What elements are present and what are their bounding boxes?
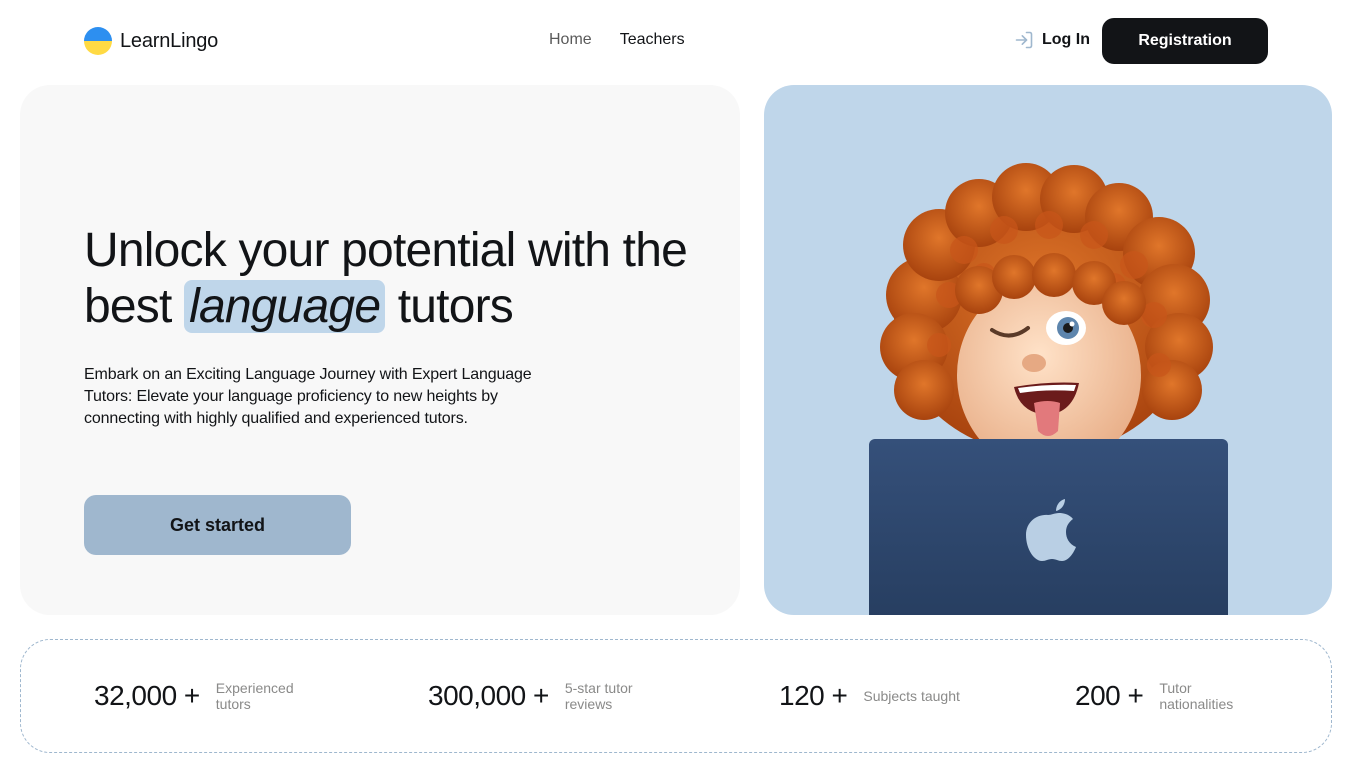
get-started-button[interactable]: Get started bbox=[84, 495, 351, 555]
hero-illustration-card bbox=[764, 85, 1332, 615]
stat-item: 200 + Tutor nationalities bbox=[1075, 640, 1259, 752]
logo[interactable]: LearnLingo bbox=[84, 27, 218, 55]
stat-label: Subjects taught bbox=[863, 688, 960, 704]
nav-teachers-link[interactable]: Teachers bbox=[620, 30, 685, 50]
stat-item: 120 + Subjects taught bbox=[779, 640, 963, 752]
stat-item: 32,000 + Experienced tutors bbox=[94, 640, 316, 752]
hero-description: Embark on an Exciting Language Journey w… bbox=[84, 366, 532, 427]
ukraine-flag-icon bbox=[84, 27, 112, 55]
site-header: LearnLingo Home Teachers Log In Registra… bbox=[0, 0, 1354, 84]
stat-value: 200 + bbox=[1075, 680, 1144, 711]
stat-label: Experienced tutors bbox=[215, 680, 294, 712]
stat-label: Tutor nationalities bbox=[1159, 680, 1234, 712]
registration-button[interactable]: Registration bbox=[1102, 18, 1268, 64]
hero-title-highlight: language bbox=[184, 280, 386, 333]
main-nav: Home Teachers bbox=[549, 30, 685, 50]
login-label: Log In bbox=[1042, 31, 1090, 48]
hero-title: Unlock your potential with the best lang… bbox=[84, 223, 704, 335]
stat-value: 120 + bbox=[779, 680, 848, 711]
stats-bar: 32,000 + Experienced tutors 300,000 + 5-… bbox=[20, 639, 1332, 753]
stat-item: 300,000 + 5-star tutor reviews bbox=[428, 640, 665, 752]
logo-text: LearnLingo bbox=[120, 29, 219, 52]
stat-label: 5-star tutor reviews bbox=[564, 680, 633, 712]
hero-title-end: tutors bbox=[385, 280, 514, 333]
login-arrow-icon bbox=[1015, 31, 1033, 49]
nav-home-link[interactable]: Home bbox=[549, 30, 592, 50]
login-button[interactable]: Log In bbox=[1014, 30, 1090, 50]
memoji-with-laptop-illustration bbox=[869, 163, 1228, 615]
stat-value: 300,000 + bbox=[428, 680, 549, 711]
stat-value: 32,000 + bbox=[94, 680, 200, 711]
hero-text-card: Unlock your potential with the best lang… bbox=[20, 85, 740, 615]
